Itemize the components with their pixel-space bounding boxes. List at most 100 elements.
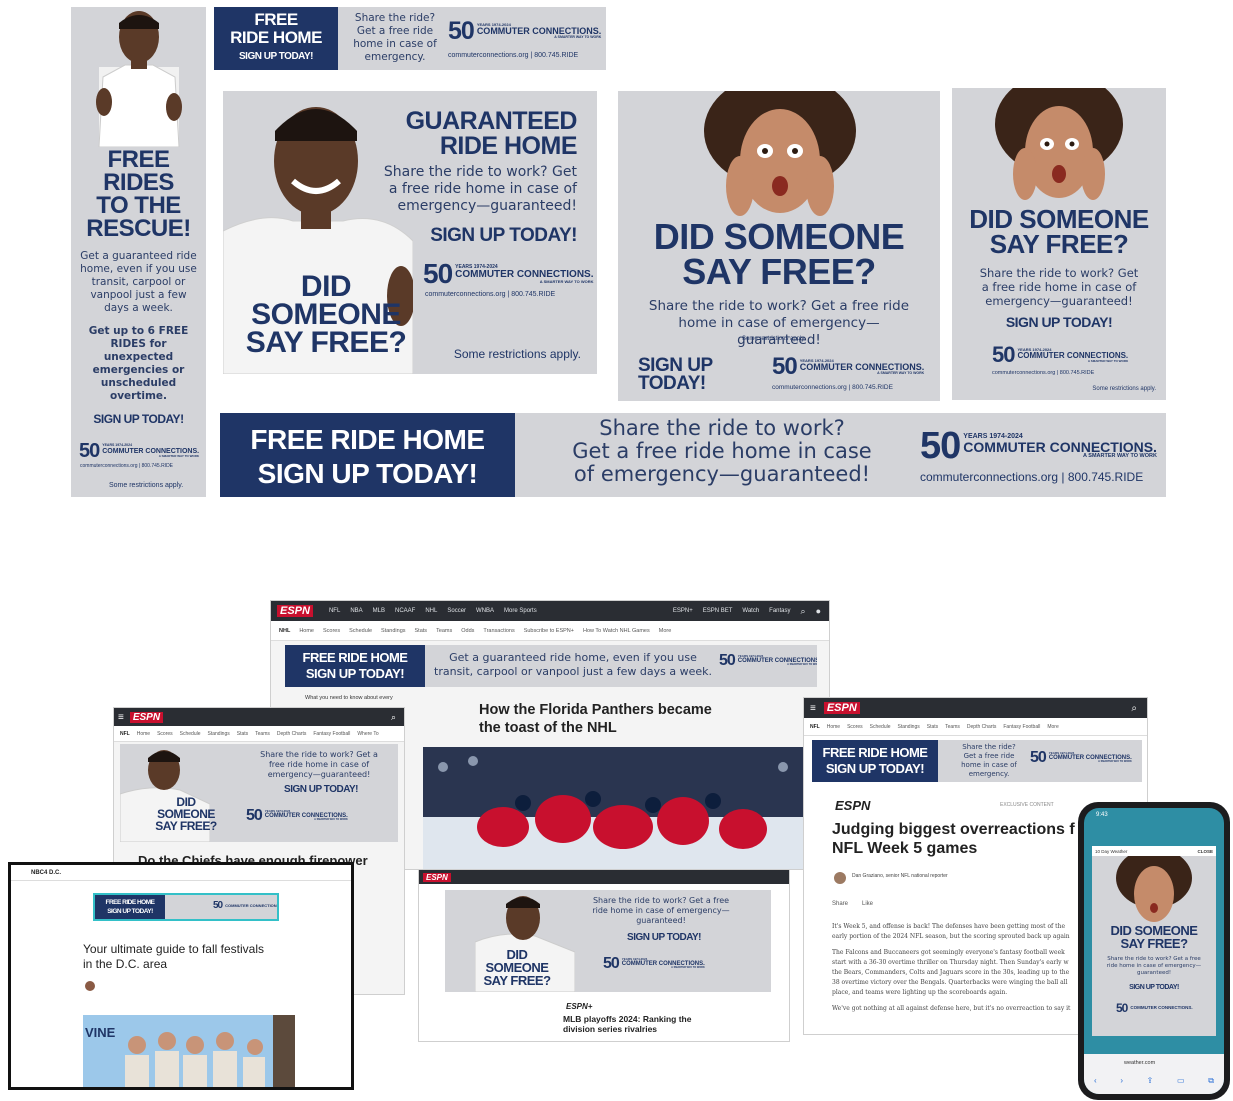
nav-item[interactable]: More Sports	[504, 608, 537, 614]
nav-item[interactable]: NCAAF	[395, 608, 415, 614]
espn-embedded-ad[interactable]: Share the ride to work? Get a free ride …	[445, 890, 771, 992]
sub-nav-item[interactable]: Standings	[898, 724, 920, 730]
skyscraper-ad[interactable]: FREE RIDES TO THE RESCUE! Get a guarante…	[71, 7, 206, 497]
leaderboard-ad[interactable]: FREE RIDE HOME SIGN UP TODAY! Share the …	[220, 413, 1166, 497]
share-icon[interactable]: ⇪	[1147, 1076, 1154, 1086]
forward-icon[interactable]: ›	[1120, 1076, 1123, 1086]
espn-logo[interactable]: ESPN	[423, 872, 451, 882]
say-free-square-cta[interactable]: SIGN UP TODAY!	[952, 314, 1166, 330]
sub-nav-item[interactable]: Schedule	[870, 724, 891, 730]
byline[interactable]: Dan Graziano, senior NFL national report…	[852, 873, 948, 879]
banner-cta[interactable]: SIGN UP TODAY!	[285, 666, 425, 682]
nav-item[interactable]: Watch	[742, 608, 759, 614]
nav-item[interactable]: NHL	[425, 608, 437, 614]
leaderboard-cta[interactable]: SIGN UP TODAY!	[220, 457, 515, 491]
sub-nav-item[interactable]: Standings	[208, 731, 230, 737]
site-url[interactable]: commuterconnections.org | 800.745.RIDE	[425, 291, 555, 298]
nav-item[interactable]: ESPN+	[673, 608, 693, 614]
sub-nav-item[interactable]: Scores	[847, 724, 863, 730]
banner-cta[interactable]: SIGN UP TODAY!	[812, 761, 938, 777]
sub-nav-item[interactable]: Where To	[357, 731, 378, 737]
sub-nav-item[interactable]: Stats	[415, 628, 428, 634]
banner-cta[interactable]: SIGN UP TODAY!	[95, 907, 165, 916]
nav-item[interactable]: Fantasy	[769, 608, 790, 614]
search-icon[interactable]: ⌕	[391, 712, 396, 723]
article-title[interactable]: Your ultimate guide to fall festivals in…	[83, 942, 264, 972]
embedded-cta[interactable]: SIGN UP TODAY!	[284, 784, 358, 795]
like-button[interactable]: Like	[862, 901, 873, 907]
site-url[interactable]: commuterconnections.org | 800.745.RIDE	[448, 52, 578, 59]
phone-ad-cta[interactable]: SIGN UP TODAY!	[1092, 984, 1216, 991]
sub-nav-item[interactable]: Home	[137, 731, 150, 737]
search-icon[interactable]: ⌕	[1131, 703, 1137, 714]
guaranteed-ride-home-ad[interactable]: GUARANTEED RIDE HOME Share the ride to w…	[223, 91, 597, 374]
phone-say-free-ad[interactable]: DID SOMEONE SAY FREE? Share the ride to …	[1092, 856, 1216, 1036]
bookmarks-icon[interactable]: ▭	[1177, 1076, 1185, 1086]
sub-nav-item[interactable]: Depth Charts	[277, 731, 306, 737]
sub-nav-item[interactable]: Fantasy Football	[313, 731, 350, 737]
nav-item[interactable]: MLB	[373, 608, 385, 614]
sub-nav-item[interactable]: Depth Charts	[967, 724, 996, 730]
nav-item[interactable]: Soccer	[447, 608, 466, 614]
sub-nav-item[interactable]: More	[659, 628, 672, 634]
embedded-cta[interactable]: SIGN UP TODAY!	[627, 932, 701, 943]
sub-nav-item[interactable]: Scores	[157, 731, 173, 737]
sub-nav-item[interactable]: Schedule	[180, 731, 201, 737]
tabs-icon[interactable]: ⧉	[1208, 1076, 1214, 1086]
back-icon[interactable]: ‹	[1094, 1076, 1097, 1086]
sub-nav-item[interactable]: Scores	[323, 628, 340, 634]
nav-item[interactable]: WNBA	[476, 608, 494, 614]
nav-item[interactable]: NFL	[329, 608, 340, 614]
sub-nav-item[interactable]: Schedule	[349, 628, 372, 634]
espn-small-banner-ad[interactable]: FREE RIDE HOME SIGN UP TODAY! Share the …	[812, 740, 1142, 782]
sub-nav-item[interactable]: How To Watch NHL Games	[583, 628, 650, 634]
small-banner-ad[interactable]: FREE RIDE HOME SIGN UP TODAY! Share the …	[214, 7, 606, 70]
espn-logo[interactable]: ESPN	[823, 702, 860, 714]
small-banner-cta[interactable]: SIGN UP TODAY!	[214, 50, 338, 64]
article-title[interactable]: Judging biggest overreactions f NFL Week…	[832, 820, 1075, 858]
share-button[interactable]: Share	[832, 901, 848, 907]
sub-nav-item[interactable]: Stats	[237, 731, 248, 737]
user-icon[interactable]: ●	[816, 606, 821, 616]
sub-nav-item[interactable]: Teams	[255, 731, 270, 737]
site-url[interactable]: commuterconnections.org | 800.745.RIDE	[992, 370, 1094, 376]
site-url[interactable]: commuterconnections.org | 800.745.RIDE	[920, 470, 1143, 484]
sub-nav-item[interactable]: Home	[827, 724, 840, 730]
sub-nav-item[interactable]: Teams	[945, 724, 960, 730]
sub-nav-item[interactable]: Standings	[381, 628, 405, 634]
nav-item[interactable]: NBA	[350, 608, 362, 614]
side-note[interactable]: What you need to know about every	[305, 695, 393, 701]
phone-url[interactable]: weather.com	[1124, 1060, 1155, 1066]
sub-nav-item[interactable]: NHL	[279, 628, 290, 634]
sub-nav-item[interactable]: NFL	[120, 731, 130, 737]
close-button[interactable]: CLOSE	[1197, 849, 1213, 854]
sub-nav-item[interactable]: Teams	[436, 628, 452, 634]
guaranteed-cta[interactable]: SIGN UP TODAY!	[430, 225, 577, 247]
sub-nav-item[interactable]: Stats	[927, 724, 938, 730]
sub-nav-item[interactable]: More	[1047, 724, 1058, 730]
menu-icon[interactable]: ≡	[118, 712, 124, 723]
espn-logo[interactable]: ESPN	[129, 711, 164, 723]
site-url[interactable]: commuterconnections.org | 800.745.RIDE	[80, 463, 173, 469]
sub-nav-item[interactable]: Odds	[461, 628, 474, 634]
nbc-logo[interactable]: NBC4 D.C.	[31, 870, 61, 876]
sub-nav-item[interactable]: Subscribe to ESPN+	[524, 628, 574, 634]
say-free-ad[interactable]: DID SOMEONE SAY FREE? Share the ride to …	[618, 91, 940, 401]
say-free-square-ad[interactable]: DID SOMEONE SAY FREE? Share the ride to …	[952, 88, 1166, 400]
sub-nav-item[interactable]: Transactions	[483, 628, 514, 634]
espn-embedded-ad[interactable]: Share the ride to work? Get a free ride …	[120, 744, 398, 842]
espn-leaderboard-ad[interactable]: FREE RIDE HOME SIGN UP TODAY! Get a guar…	[285, 645, 817, 687]
search-icon[interactable]: ⌕	[801, 606, 806, 617]
sub-nav-item[interactable]: Fantasy Football	[1003, 724, 1040, 730]
nbc-small-banner-ad[interactable]: FREE RIDE HOME SIGN UP TODAY! 50 COMMUTE…	[93, 893, 279, 921]
skyscraper-cta[interactable]: SIGN UP TODAY!	[71, 412, 206, 426]
site-url[interactable]: commuterconnections.org | 800.745.RIDE	[772, 384, 893, 391]
nav-item[interactable]: ESPN BET	[703, 608, 733, 614]
article-title[interactable]: MLB playoffs 2024: Ranking the division …	[563, 1014, 691, 1034]
sub-nav-item[interactable]: NFL	[810, 724, 820, 730]
menu-icon[interactable]: ≡	[810, 703, 816, 714]
espn-logo[interactable]: ESPN	[277, 605, 313, 617]
article-title[interactable]: How the Florida Panthers became the toas…	[479, 701, 729, 737]
sub-nav-item[interactable]: Home	[299, 628, 314, 634]
say-free-cta[interactable]: SIGN UP TODAY!	[638, 356, 713, 393]
